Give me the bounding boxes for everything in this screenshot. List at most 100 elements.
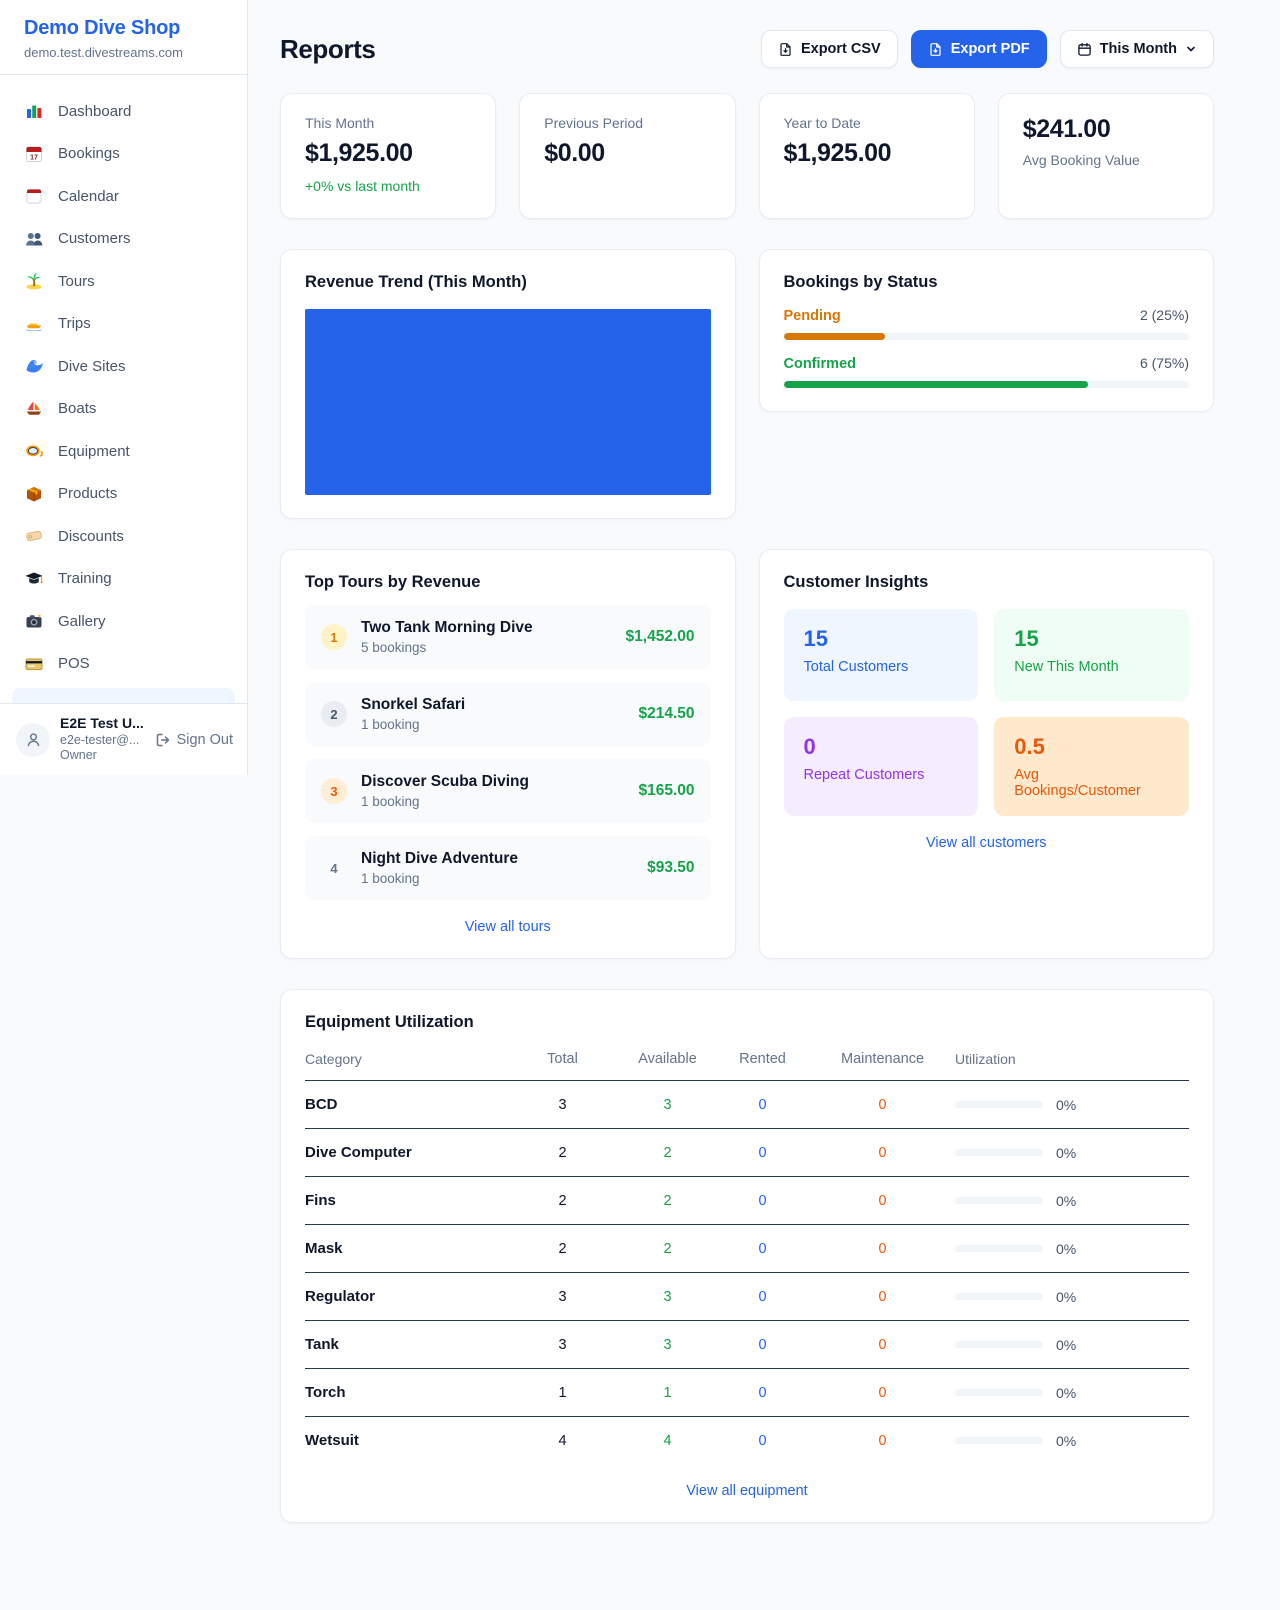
header-actions: Export CSV Export PDF This Month (761, 30, 1214, 68)
sidebar-item-discounts[interactable]: Discounts (12, 515, 235, 558)
stat-card-avg-booking-value: $241.00 Avg Booking Value (998, 93, 1214, 219)
file-download-icon (778, 42, 793, 57)
app-root: { "colors": { "accent": "#2563eb", "gree… (0, 0, 1280, 1610)
tour-bookings: 5 bookings (361, 640, 533, 655)
rank-badge: 3 (321, 778, 347, 804)
stat-card-year-to-date: Year to Date $1,925.00 (759, 93, 975, 219)
charts-row: Revenue Trend (This Month) Bookings by S… (280, 249, 1214, 519)
table-row: Mask 2 2 0 0 0% (305, 1225, 1189, 1273)
progress-track (784, 333, 1190, 340)
bookings-by-status-title: Bookings by Status (784, 273, 1190, 292)
tour-row: 2 Snorkel Safari 1 booking $214.50 (305, 682, 711, 746)
view-all-equipment-link[interactable]: View all equipment (305, 1483, 1189, 1499)
chevron-down-icon (1185, 43, 1197, 55)
user-name: E2E Test U... (60, 715, 144, 733)
export-pdf-button[interactable]: Export PDF (911, 30, 1047, 68)
status-row-confirmed: Confirmed 6 (75%) (784, 355, 1190, 388)
table-row: Regulator 3 3 0 0 0% (305, 1273, 1189, 1321)
tour-name: Night Dive Adventure (361, 850, 518, 868)
dive-mask-icon (24, 441, 44, 461)
equipment-table: Category Total Available Rented Maintena… (305, 1051, 1189, 1464)
tile-new-this-month: 15 New This Month (994, 609, 1189, 701)
view-all-customers-link[interactable]: View all customers (784, 835, 1190, 851)
tag-icon (24, 526, 44, 546)
wave-icon (24, 356, 44, 376)
progress-fill (784, 381, 1088, 388)
utilization-bar (955, 1149, 1043, 1156)
sidebar-item-products[interactable]: Products (12, 473, 235, 516)
utilization-bar (955, 1389, 1043, 1396)
revenue-trend-chart (305, 309, 711, 495)
table-header: Category Total Available Rented Maintena… (305, 1051, 1189, 1081)
user-email: e2e-tester@... (60, 733, 144, 749)
tear-off-calendar-icon (24, 186, 44, 206)
table-row: Wetsuit 4 4 0 0 0% (305, 1417, 1189, 1464)
sidebar-item-bookings[interactable]: 17 Bookings (12, 133, 235, 176)
tour-revenue: $165.00 (638, 782, 694, 800)
sidebar-item-training[interactable]: Training (12, 558, 235, 601)
utilization-bar (955, 1197, 1043, 1204)
svg-text:17: 17 (30, 154, 38, 161)
tour-name: Snorkel Safari (361, 696, 465, 714)
sidebar-item-equipment[interactable]: Equipment (12, 430, 235, 473)
period-dropdown[interactable]: This Month (1060, 30, 1214, 68)
utilization-bar (955, 1245, 1043, 1252)
top-tours-title: Top Tours by Revenue (305, 573, 711, 592)
utilization-bar (955, 1341, 1043, 1348)
sidebar-item-dive-sites[interactable]: Dive Sites (12, 345, 235, 388)
table-row: Dive Computer 2 2 0 0 0% (305, 1129, 1189, 1177)
tour-revenue: $93.50 (647, 859, 694, 877)
camera-icon (24, 611, 44, 631)
file-download-icon (928, 42, 943, 57)
sidebar-item-calendar[interactable]: Calendar (12, 175, 235, 218)
sidebar-item-pos[interactable]: POS (12, 643, 235, 686)
palm-island-icon (24, 271, 44, 291)
tour-name: Two Tank Morning Dive (361, 619, 533, 637)
shop-domain: demo.test.divestreams.com (24, 45, 223, 60)
status-row-pending: Pending 2 (25%) (784, 307, 1190, 340)
table-row: Tank 3 3 0 0 0% (305, 1321, 1189, 1369)
tile-repeat-customers: 0 Repeat Customers (784, 717, 979, 816)
user-panel: E2E Test U... e2e-tester@... Owner Sign … (0, 703, 247, 775)
rank-badge: 2 (321, 701, 347, 727)
sidebar-item-trips[interactable]: Trips (12, 303, 235, 346)
tour-bookings: 1 booking (361, 794, 529, 809)
stat-card-this-month: This Month $1,925.00 +0% vs last month (280, 93, 496, 219)
top-tours-card: Top Tours by Revenue 1 Two Tank Morning … (280, 549, 736, 959)
utilization-bar (955, 1293, 1043, 1300)
revenue-trend-card: Revenue Trend (This Month) (280, 249, 736, 519)
package-icon (24, 484, 44, 504)
utilization-bar (955, 1437, 1043, 1444)
tile-avg-bookings-customer: 0.5 Avg Bookings/Customer (994, 717, 1189, 816)
calendar-date-icon: 17 (24, 144, 44, 164)
stat-delta: +0% vs last month (305, 178, 471, 194)
avatar (16, 723, 50, 757)
revenue-trend-title: Revenue Trend (This Month) (305, 273, 711, 292)
sidebar-item-customers[interactable]: Customers (12, 218, 235, 261)
sidebar-item-tours[interactable]: Tours (12, 260, 235, 303)
sign-out-button[interactable]: Sign Out (155, 732, 233, 748)
people-icon (24, 229, 44, 249)
tour-bookings: 1 booking (361, 871, 518, 886)
tour-revenue: $214.50 (638, 705, 694, 723)
tour-bookings: 1 booking (361, 717, 465, 732)
export-csv-button[interactable]: Export CSV (761, 30, 898, 68)
view-all-tours-link[interactable]: View all tours (305, 919, 711, 935)
customer-insights-title: Customer Insights (784, 573, 1190, 592)
utilization-bar (955, 1101, 1043, 1108)
stat-card-previous-period: Previous Period $0.00 (519, 93, 735, 219)
status-count: 6 (75%) (1140, 355, 1189, 371)
sidebar-item-dashboard[interactable]: Dashboard (12, 90, 235, 133)
sailboat-icon (24, 399, 44, 419)
equipment-utilization-title: Equipment Utilization (305, 1013, 1189, 1032)
page-title: Reports (280, 34, 375, 65)
table-row: Torch 1 1 0 0 0% (305, 1369, 1189, 1417)
speedboat-icon (24, 314, 44, 334)
graduation-cap-icon (24, 569, 44, 589)
sidebar-item-gallery[interactable]: Gallery (12, 600, 235, 643)
sidebar: Demo Dive Shop demo.test.divestreams.com… (0, 0, 248, 775)
user-role: Owner (60, 748, 144, 764)
sidebar-item-boats[interactable]: Boats (12, 388, 235, 431)
user-info: E2E Test U... e2e-tester@... Owner (60, 715, 144, 764)
main-content: Reports Export CSV Export PDF This Month (248, 0, 1280, 1563)
